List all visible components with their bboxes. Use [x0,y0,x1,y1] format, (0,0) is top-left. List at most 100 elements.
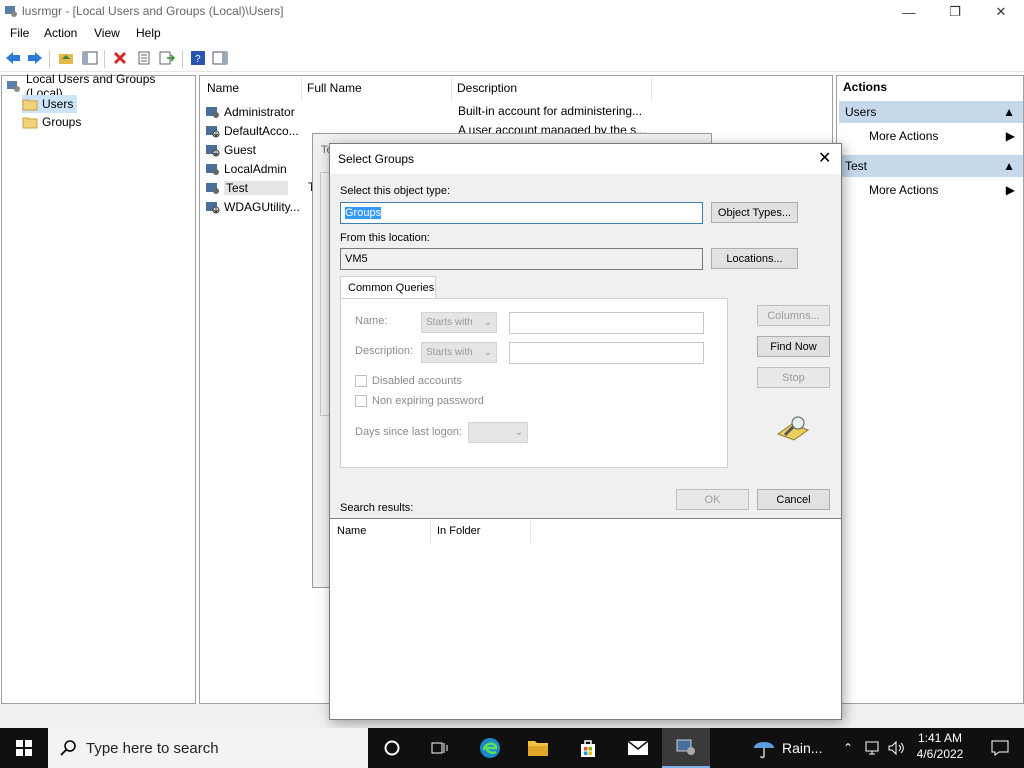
back-icon[interactable] [4,49,22,67]
object-types-button[interactable]: Object Types... [711,202,798,223]
properties-icon[interactable] [135,49,153,67]
search-icon [60,740,76,756]
name-input [509,312,704,334]
dialog-close-icon[interactable]: ✕ [818,148,831,168]
user-row[interactable]: Administrator Built-in account for admin… [205,102,825,121]
clock-time: 1:41 AM [917,731,963,745]
windows-icon [16,740,32,756]
start-button[interactable] [0,728,48,768]
action-label: More Actions [869,183,939,197]
menu-view[interactable]: View [94,26,120,40]
show-hidden-icons-icon[interactable]: ⌃ [838,728,858,768]
tab-common-queries[interactable]: Common Queries [340,276,436,299]
user-icon [206,183,219,194]
checkbox-label: Non expiring password [372,395,484,407]
user-name: DefaultAcco... [224,123,299,138]
location-field: VM5 [340,248,703,270]
weather-widget[interactable]: Rain... [752,728,822,768]
user-description: Built-in account for administering... [458,104,643,118]
user-name: Administrator [224,104,295,119]
dialog-title-bar: Select Groups ✕ [330,144,841,174]
results-column-name[interactable]: Name [337,525,366,537]
locations-button[interactable]: Locations... [711,248,798,269]
umbrella-icon [754,742,774,759]
more-actions-users[interactable]: More Actions ▶ [839,125,1023,147]
computer-users-icon [7,81,20,92]
minimize-icon: — [902,4,916,20]
tree-item-users[interactable]: Users [22,95,78,113]
tree-item-groups[interactable]: Groups [22,113,81,131]
search-results-label: Search results: [340,502,414,514]
results-column-in-folder[interactable]: In Folder [437,525,480,537]
actions-section-test[interactable]: Test ▲ [839,155,1023,177]
days-since-logon-select: ⌄ [468,422,528,443]
collapse-icon: ▲ [1003,105,1015,119]
disabled-user-icon [206,126,220,138]
task-view-icon[interactable] [416,728,464,768]
section-title: Test [845,159,868,173]
checkbox-label: Disabled accounts [372,375,462,387]
column-header-full-name[interactable]: Full Name [307,81,362,95]
column-header-description[interactable]: Description [457,81,517,95]
file-explorer-icon[interactable] [514,728,562,768]
show-hide-tree-icon[interactable] [81,49,99,67]
menu-file[interactable]: File [10,26,29,40]
non-expiring-checkbox: Non expiring password [355,395,484,407]
tree-root[interactable]: Local Users and Groups (Local) [6,72,195,100]
notification-icon[interactable] [976,728,1024,768]
up-folder-icon[interactable] [57,49,75,67]
export-list-icon[interactable] [158,49,176,67]
object-type-value: Groups [345,207,382,219]
submenu-arrow-icon: ▶ [1005,129,1015,143]
chevron-down-icon: ⌄ [483,347,492,358]
object-type-label: Select this object type: [340,185,451,197]
section-title: Users [845,105,877,119]
chevron-down-icon: ⌄ [483,317,492,328]
actions-pane: Actions Users ▲ More Actions ▶ Test ▲ Mo… [836,75,1024,704]
more-actions-test[interactable]: More Actions ▶ [839,179,1023,201]
cancel-button[interactable]: Cancel [757,489,830,510]
minimize-button[interactable]: — [886,0,932,24]
actions-section-users[interactable]: Users ▲ [839,101,1023,123]
submenu-arrow-icon: ▶ [1005,183,1015,197]
menu-action[interactable]: Action [44,26,77,40]
lusrmgr-taskbar-icon[interactable] [662,728,710,768]
actions-header: Actions [843,80,888,94]
help-icon[interactable]: ? [189,49,207,67]
user-icon [206,107,219,118]
ok-button: OK [676,489,749,510]
cortana-icon[interactable] [368,728,416,768]
search-magnifier-icon [776,414,810,445]
name-match-select: Starts with ⌄ [421,312,497,333]
close-button[interactable]: ✕ [978,0,1024,24]
title-bar: lusrmgr - [Local Users and Groups (Local… [0,0,1024,24]
select-groups-dialog: Select Groups ✕ Select this object type:… [329,143,842,720]
location-label: From this location: [340,232,430,244]
taskbar-search-box[interactable]: Type here to search [48,728,368,768]
delete-icon[interactable] [111,49,129,67]
columns-button: Columns... [757,305,830,326]
volume-icon[interactable] [884,728,908,768]
forward-icon[interactable] [26,49,44,67]
menu-help[interactable]: Help [136,26,161,40]
taskbar: Type here to search Rain... ⌃ 1:41 AM 4/… [0,728,1024,768]
disabled-accounts-checkbox: Disabled accounts [355,375,462,387]
find-now-button[interactable]: Find Now [757,336,830,357]
action-pane-icon[interactable] [211,49,229,67]
user-name: LocalAdmin [224,161,287,176]
weather-text: Rain... [782,740,823,756]
description-match-value: Starts with [426,347,473,358]
network-icon[interactable] [860,728,884,768]
search-results-list[interactable]: Name In Folder [330,518,841,719]
clock[interactable]: 1:41 AM 4/6/2022 [912,731,968,761]
edge-icon[interactable] [466,728,514,768]
object-type-field[interactable]: Groups [340,202,703,224]
store-icon[interactable] [564,728,612,768]
column-header-name[interactable]: Name [207,81,239,95]
disabled-user-icon [206,202,220,214]
search-placeholder: Type here to search [86,739,219,757]
description-match-select: Starts with ⌄ [421,342,497,363]
mail-icon[interactable] [614,728,662,768]
restore-button[interactable]: ❐ [932,0,978,24]
toolbar: ? [0,44,1024,72]
